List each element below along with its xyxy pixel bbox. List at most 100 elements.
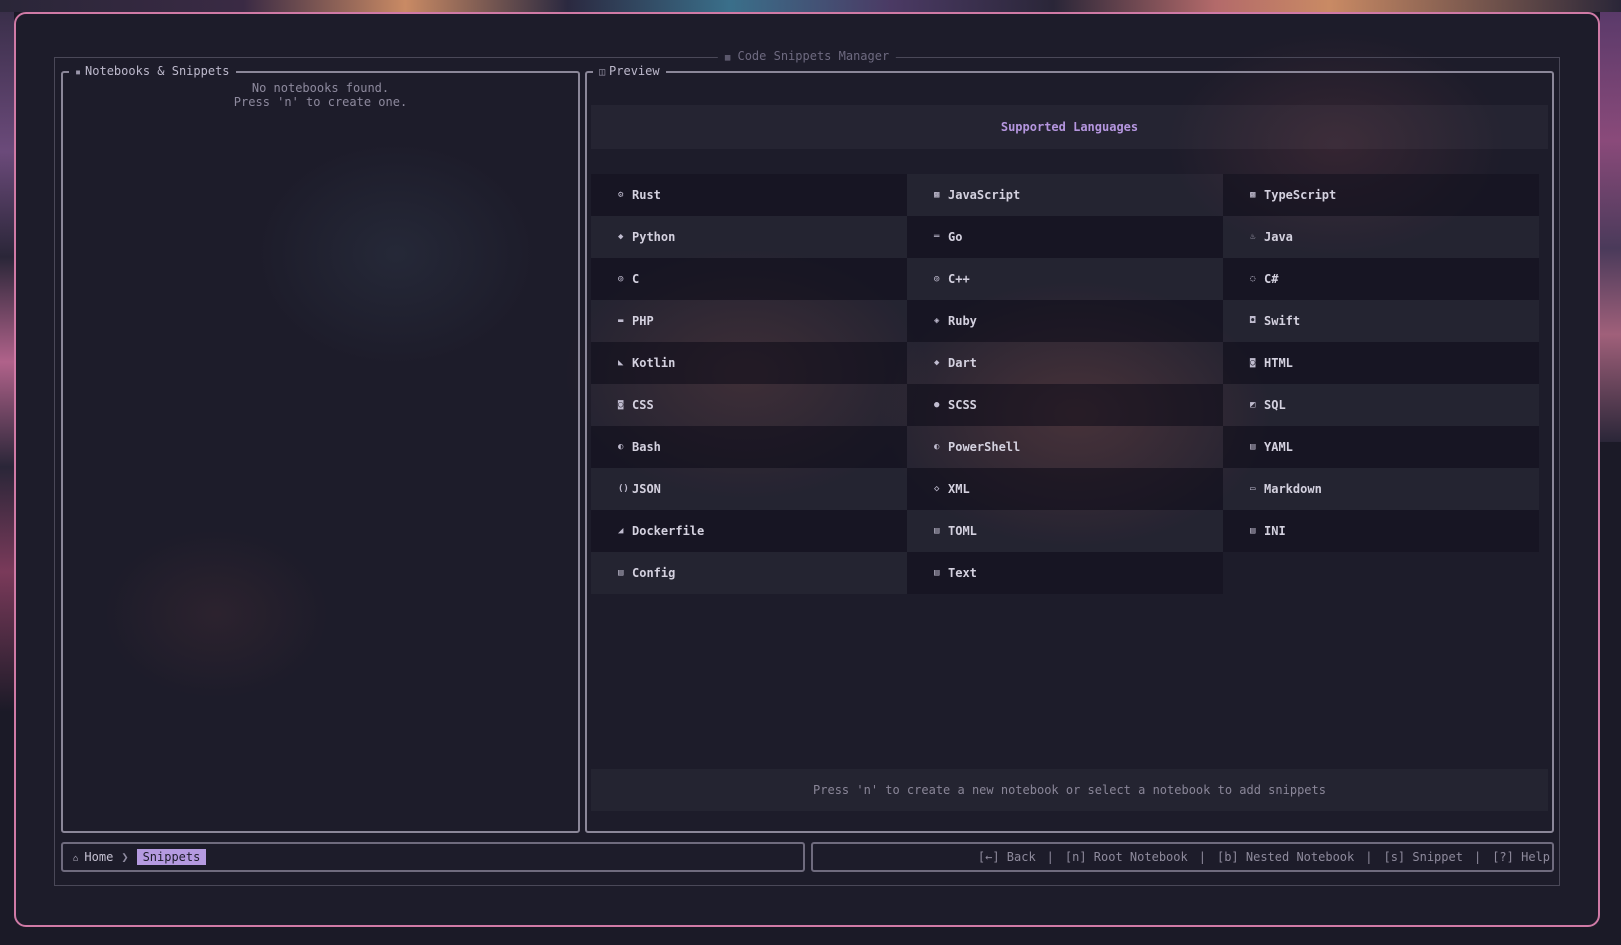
language-icon: ●: [934, 400, 940, 410]
breadcrumb-home[interactable]: ⌂ Home: [73, 850, 113, 864]
language-icon: ◢: [618, 526, 624, 536]
language-name: SQL: [1264, 398, 1286, 412]
language-icon: ◐: [618, 442, 624, 452]
language-item-go: ═ Go: [907, 216, 1223, 258]
language-icon: ◙: [618, 400, 624, 410]
home-icon: ⌂: [73, 854, 79, 864]
key-help[interactable]: [?] Help: [1492, 850, 1550, 864]
language-name: C++: [948, 272, 970, 286]
language-item-c-: ◌ C#: [1223, 258, 1539, 300]
language-name: Go: [948, 230, 963, 244]
languages-grid: ⚙ Rust ▩ JavaScript ▩ TypeScript ◆ Python ═ Go ♨ Ja…: [591, 174, 1539, 594]
language-icon: ◎: [934, 274, 940, 284]
empty-line-1: No notebooks found.: [251, 81, 390, 95]
language-icon: ◙: [1250, 358, 1256, 368]
language-item-ini: ▤ INI: [1223, 510, 1539, 552]
language-name: Ruby: [948, 314, 977, 328]
language-name: Python: [632, 230, 676, 244]
language-name: YAML: [1264, 440, 1293, 454]
key-snippet[interactable]: [s] Snippet: [1383, 850, 1462, 864]
language-name: HTML: [1264, 356, 1293, 370]
language-name: C#: [1264, 272, 1279, 286]
key-nested-notebook[interactable]: [b] Nested Notebook: [1217, 850, 1354, 864]
language-icon: ◣: [618, 358, 624, 368]
key-divider: |: [1365, 850, 1373, 864]
language-icon: ◇: [934, 484, 940, 494]
keybindings-bar: [←] Back | [n] Root Notebook | [b] Neste…: [811, 842, 1554, 872]
language-name: Java: [1264, 230, 1293, 244]
language-item-xml: ◇ XML: [907, 468, 1223, 510]
app-title: ▦ Code Snippets Manager: [717, 49, 897, 63]
language-icon: ◩: [1250, 400, 1256, 410]
language-item-bash: ◐ Bash: [591, 426, 907, 468]
language-name: CSS: [632, 398, 654, 412]
language-item-c-: ◎ C++: [907, 258, 1223, 300]
language-item-c: ◎ C: [591, 258, 907, 300]
language-name: PowerShell: [948, 440, 1021, 454]
language-name: Config: [632, 566, 676, 580]
language-name: Dart: [948, 356, 977, 370]
preview-panel-title-text: Preview: [609, 64, 660, 78]
language-icon: ═: [934, 232, 940, 242]
language-name: C: [632, 272, 640, 286]
language-name: Dockerfile: [632, 524, 705, 538]
language-icon: ⚙: [618, 190, 624, 200]
empty-line-2: Press 'n' to create one.: [233, 95, 408, 109]
app-title-text: Code Snippets Manager: [737, 49, 890, 63]
language-item-javascript: ▩ JavaScript: [907, 174, 1223, 216]
language-name: Text: [948, 566, 977, 580]
notebook-icon: ▪: [75, 67, 82, 78]
language-name: Kotlin: [632, 356, 676, 370]
wallpaper: [0, 0, 1621, 12]
language-icon: ▩: [934, 190, 940, 200]
breadcrumb-current[interactable]: Snippets: [136, 849, 207, 865]
language-item-sql: ◩ SQL: [1223, 384, 1539, 426]
key-back[interactable]: [←] Back: [978, 850, 1036, 864]
language-item-python: ◆ Python: [591, 216, 907, 258]
breadcrumb: ⌂ Home ❯ Snippets: [61, 842, 805, 872]
language-item-kotlin: ◣ Kotlin: [591, 342, 907, 384]
language-icon: ◎: [618, 274, 624, 284]
language-item-php: ▬ PHP: [591, 300, 907, 342]
language-item-typescript: ▩ TypeScript: [1223, 174, 1539, 216]
notebooks-panel[interactable]: ▪ Notebooks & Snippets No notebooks found…: [61, 64, 580, 833]
language-item-markdown: ▭ Markdown: [1223, 468, 1539, 510]
language-item-scss: ● SCSS: [907, 384, 1223, 426]
breadcrumb-separator: ❯: [121, 850, 129, 864]
language-icon: ▤: [934, 568, 940, 578]
language-name: Markdown: [1264, 482, 1322, 496]
language-icon: ◈: [934, 316, 940, 326]
app-frame: ▦ Code Snippets Manager ▪ Notebooks & Sni…: [54, 49, 1560, 886]
language-item-yaml: ▤ YAML: [1223, 426, 1539, 468]
language-name: SCSS: [948, 398, 977, 412]
wallpaper-right: [1600, 12, 1621, 442]
language-icon: ▬: [618, 316, 624, 326]
preview-icon: ◫: [599, 67, 606, 78]
notebooks-panel-title-text: Notebooks & Snippets: [85, 64, 230, 78]
language-item-ruby: ◈ Ruby: [907, 300, 1223, 342]
language-icon: ▭: [1250, 484, 1256, 494]
language-item-powershell: ◐ PowerShell: [907, 426, 1223, 468]
key-divider: |: [1473, 850, 1482, 864]
language-icon: ▤: [934, 526, 940, 536]
supported-languages-heading: Supported Languages: [591, 105, 1548, 149]
preview-panel[interactable]: ◫ Preview Supported Languages ⚙ Rust ▩ JavaS…: [585, 64, 1554, 833]
language-name: XML: [948, 482, 970, 496]
language-name: TypeScript: [1264, 188, 1337, 202]
language-icon: ◆: [934, 358, 940, 368]
grid-icon: ▦: [724, 53, 731, 63]
language-item-dockerfile: ◢ Dockerfile: [591, 510, 907, 552]
language-item-toml: ▤ TOML: [907, 510, 1223, 552]
language-name: Swift: [1264, 314, 1301, 328]
language-icon: ▤: [618, 568, 624, 578]
language-name: JavaScript: [948, 188, 1021, 202]
language-icon: ▤: [1250, 442, 1256, 452]
language-item-css: ◙ CSS: [591, 384, 907, 426]
language-icon: (): [618, 484, 629, 494]
language-name: INI: [1264, 524, 1286, 538]
language-name: JSON: [632, 482, 661, 496]
language-icon: ◘: [1250, 316, 1256, 326]
language-item-rust: ⚙ Rust: [591, 174, 907, 216]
language-item-dart: ◆ Dart: [907, 342, 1223, 384]
key-root-notebook[interactable]: [n] Root Notebook: [1065, 850, 1188, 864]
